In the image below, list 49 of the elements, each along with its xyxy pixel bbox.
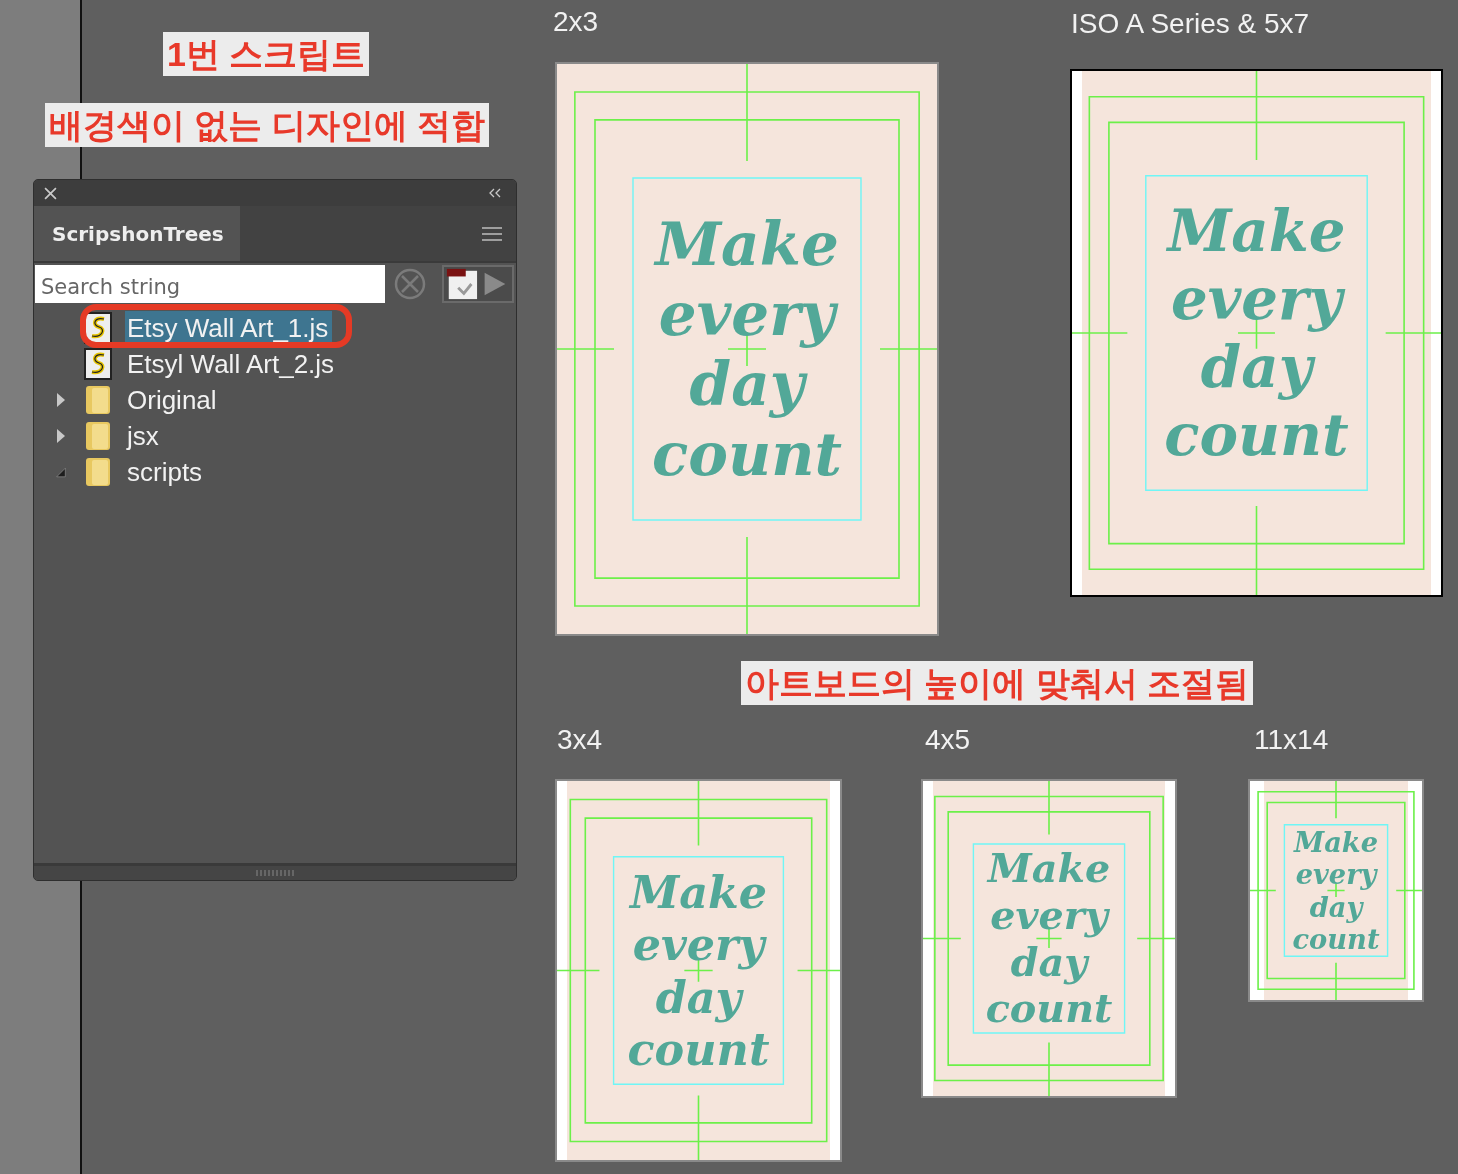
expand-arrow-icon[interactable] <box>56 428 66 444</box>
artwork-text: every <box>632 918 765 971</box>
artboard[interactable]: Make every day count <box>1248 779 1424 1002</box>
artwork-text: day <box>1010 938 1088 986</box>
annotation-label: 1번 스크립트 <box>163 32 370 76</box>
artboard-label: 3x4 <box>557 724 603 756</box>
collapse-icon[interactable] <box>488 188 502 198</box>
resize-grip-icon[interactable] <box>255 870 295 876</box>
annotation-label: 배경색이 없는 디자인에 적합 <box>45 103 490 147</box>
tree-item[interactable]: Etsy Wall Art_1.js <box>125 311 333 345</box>
artwork-text: count <box>985 985 1113 1033</box>
artwork-text: count <box>1164 401 1349 470</box>
folder-icon <box>84 420 112 452</box>
artwork-text: count <box>652 419 842 490</box>
artwork-text: Make <box>629 865 768 918</box>
script-file-icon <box>84 348 112 380</box>
panel-tab[interactable]: ScripshonTrees <box>34 206 240 261</box>
artwork-text: every <box>1295 858 1377 891</box>
close-icon[interactable] <box>44 186 57 200</box>
artboard-label: ISO A Series & 5x7 <box>1071 8 1310 40</box>
menu-icon[interactable] <box>482 226 502 241</box>
artboard[interactable]: Make every day count <box>555 779 842 1162</box>
artwork-text: count <box>1292 922 1380 955</box>
artwork-text: Make <box>655 208 839 279</box>
run-button[interactable] <box>442 265 514 303</box>
search-field[interactable]: Search string <box>35 265 385 303</box>
artwork-text: count <box>627 1023 770 1076</box>
artboard-label: 11x14 <box>1254 724 1329 756</box>
folder-icon <box>84 384 112 416</box>
artwork-text: day <box>655 970 742 1023</box>
artboard[interactable]: Make every day count <box>1070 69 1443 597</box>
collapse-arrow-icon[interactable] <box>55 466 67 478</box>
script-file-icon <box>84 312 112 344</box>
artwork-text: Make <box>1293 826 1379 859</box>
folder-icon <box>84 456 112 488</box>
tree-item[interactable]: Etsyl Wall Art_2.js <box>125 347 339 381</box>
tree-item[interactable]: scripts <box>125 455 207 489</box>
artboard-label: 4x5 <box>925 724 971 756</box>
artwork-text: Make <box>987 844 1111 892</box>
artboard-label: 2x3 <box>553 6 599 38</box>
tree-item[interactable]: Original <box>125 383 221 417</box>
artboard[interactable]: Make every day count <box>555 62 939 636</box>
artboard[interactable]: Make every day count <box>921 779 1177 1098</box>
expand-arrow-icon[interactable] <box>56 392 66 408</box>
tree-item[interactable]: jsx <box>125 419 163 453</box>
artwork-text: every <box>990 891 1108 939</box>
annotation-label: 아트보드의 높이에 맞춰서 조절됨 <box>741 661 1254 705</box>
artwork-text: Make <box>1167 196 1346 265</box>
artwork-text: day <box>1309 890 1363 923</box>
